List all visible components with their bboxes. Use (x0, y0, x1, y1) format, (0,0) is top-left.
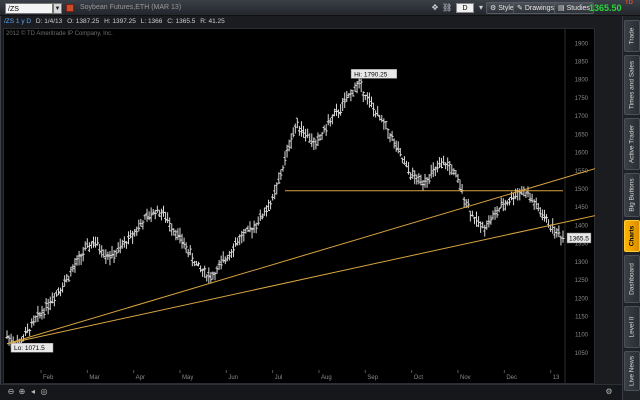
crosshair-icon[interactable]: ✥ (430, 2, 440, 14)
y-tick-label: 1900 (575, 41, 589, 47)
y-tick-label: 1750 (575, 96, 589, 102)
x-tick-label: Dec (506, 375, 517, 381)
sidebar-tab-label: Times and Sales (628, 60, 636, 110)
low-label: Lo: 1071.5 (14, 345, 45, 352)
y-tick-label: 1300 (575, 260, 589, 266)
x-tick-label: Feb (43, 375, 54, 381)
sidebar-tab-dashboard[interactable]: Dashboard (624, 255, 640, 303)
last-price: 1365.50 (589, 3, 622, 13)
y-tick-label: 1100 (575, 333, 589, 339)
x-tick-label: Jul (275, 375, 283, 381)
style-label: Style (498, 5, 514, 12)
sidebar-tab-label: Active Trader (628, 124, 636, 164)
y-tick-label: 1600 (575, 151, 589, 157)
y-tick-label: 1850 (575, 59, 589, 65)
y-tick-label: 1650 (575, 132, 589, 138)
high-label: Hi: 1790.25 (354, 71, 388, 78)
info-range: R: 41.25 (200, 18, 225, 25)
info-open: O: 1387.25 (67, 18, 100, 25)
sidebar-tab-times-and-sales[interactable]: Times and Sales (624, 55, 640, 115)
symbol-period[interactable]: /ZS 1 y D (4, 18, 31, 25)
info-close: C: 1365.5 (167, 18, 196, 25)
x-tick-label: Jun (228, 375, 238, 381)
x-tick-label: May (182, 375, 193, 381)
x-tick-label: Oct (414, 375, 424, 381)
studies-button[interactable]: ▤ Studies (554, 2, 594, 14)
symbol-dropdown-button[interactable]: ▼ (53, 3, 62, 14)
dropdown-arrow-icon[interactable]: ▾ (476, 2, 486, 14)
sidebar-tab-label: Charts (628, 225, 636, 247)
x-tick-label: Mar (89, 375, 99, 381)
trendline-1[interactable] (6, 167, 595, 345)
x-tick-label: Aug (321, 375, 332, 381)
sidebar-tab-level-ii[interactable]: Level II (624, 306, 640, 348)
sidebar-tab-charts[interactable]: Charts (624, 220, 640, 252)
sidebar-tab-live-news[interactable]: Live News (624, 351, 640, 391)
symbol-input[interactable]: /ZS (5, 3, 53, 14)
current-price-label: 1365.5 (569, 235, 589, 242)
sidebar-tab-trade[interactable]: Trade (624, 20, 640, 52)
drawings-label: Drawings (524, 5, 554, 12)
info-low: L: 1366 (140, 18, 163, 25)
ohlc-info-bar: /ZS 1 y D D: 1/4/13 O: 1387.25 H: 1397.2… (4, 18, 228, 27)
sidebar-tab-big-buttons[interactable]: Big Buttons (624, 173, 640, 217)
copyright-notice: 2012 © TD Ameritrade IP Company, Inc. (6, 31, 113, 37)
info-high: H: 1397.25 (104, 18, 136, 25)
y-tick-label: 1500 (575, 187, 589, 193)
studies-label: Studies (566, 5, 590, 12)
y-tick-label: 1200 (575, 296, 589, 302)
x-tick-label: Sep (367, 375, 378, 381)
y-tick-label: 1250 (575, 278, 589, 284)
sidebar-tab-label: Big Buttons (628, 178, 636, 212)
y-tick-label: 1150 (575, 314, 589, 320)
y-tick-label: 1050 (575, 351, 589, 357)
zoom-out-icon[interactable]: ⊖ (6, 387, 16, 397)
x-tick-label: 13 (553, 375, 560, 381)
x-tick-label: Apr (136, 375, 145, 381)
chart-bottom-bar (0, 384, 622, 400)
sidebar-tab-active-trader[interactable]: Active Trader (624, 118, 640, 170)
zoom-in-icon[interactable]: ⊕ (17, 387, 27, 397)
y-tick-label: 1700 (575, 114, 589, 120)
settings-icon[interactable]: ⚙ (604, 387, 614, 397)
link-icon[interactable]: ⛓ (442, 2, 452, 14)
trendline-2[interactable] (6, 214, 595, 345)
y-tick-label: 1800 (575, 78, 589, 84)
td-logo: TD (625, 0, 633, 6)
sidebar-tab-label: Level II (628, 316, 636, 338)
x-tick-label: Nov (460, 375, 471, 381)
drawings-button[interactable]: ✎ Drawings (513, 2, 558, 14)
reset-view-icon[interactable]: ◎ (39, 387, 49, 397)
timeframe-select[interactable]: D (456, 3, 474, 13)
scroll-left-icon[interactable]: ◂ (28, 387, 38, 397)
sidebar-tab-label: Trade (628, 27, 636, 45)
sidebar-tab-label: Live News (628, 356, 636, 386)
price-chart[interactable]: 1050110011501200125013001350140014501500… (3, 28, 595, 384)
y-tick-label: 1450 (575, 205, 589, 211)
y-tick-label: 1400 (575, 223, 589, 229)
info-date: D: 1/4/13 (35, 18, 63, 25)
symbol-description: Soybean Futures,ETH (MAR 13) (80, 4, 182, 11)
sidebar-tab-label: Dashboard (628, 263, 636, 295)
right-sidebar: Trade Times and Sales Active Trader Big But… (622, 16, 640, 400)
flag-icon[interactable] (66, 4, 74, 12)
